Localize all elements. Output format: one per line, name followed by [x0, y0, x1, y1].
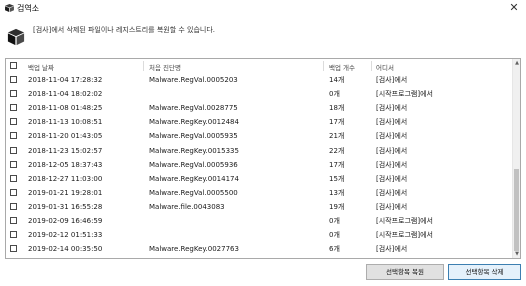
backup-count-cell: 0개 — [329, 217, 340, 225]
row-checkbox[interactable] — [10, 202, 17, 210]
backup-count-cell: 19개 — [329, 202, 345, 211]
table-row[interactable]: 2018-11-04 17:28:32 Malware.RegVal.000520… — [6, 74, 514, 86]
delete-selected-button[interactable]: 선택항목 삭제 — [448, 264, 521, 280]
row-checkbox[interactable] — [10, 245, 17, 253]
table-row[interactable]: 2019-02-14 00:35:50 Malware.RegKey.002776… — [6, 243, 514, 255]
table-row[interactable]: 2018-12-27 11:03:00 Malware.RegKey.001417… — [6, 173, 514, 185]
scrollbar-thumb[interactable] — [514, 169, 519, 251]
scroll-down-icon[interactable]: ▼ — [514, 251, 520, 257]
row-checkbox[interactable] — [10, 188, 17, 196]
detection-name-cell: Malware.RegKey.0027763 — [149, 245, 239, 254]
column-header-detection[interactable]: 처음 진단명 — [149, 62, 181, 72]
backup-count-cell: 14개 — [329, 76, 345, 84]
description-text: [검사]에서 삭제된 파일이나 레지스트리를 복원할 수 있습니다. — [33, 26, 216, 34]
table-row[interactable]: 2018-11-04 18:02:02 0개 [시작프로그램]에서 — [6, 88, 514, 100]
row-checkbox[interactable] — [10, 90, 17, 98]
table-row[interactable]: 2018-11-23 15:02:57 Malware.RegKey.001533… — [6, 145, 514, 157]
backup-count-cell: 22개 — [329, 146, 345, 155]
backup-count-cell: 13개 — [329, 188, 345, 197]
source-cell: [검사]에서 — [376, 160, 408, 169]
backup-date-cell: 2019-01-21 19:28:01 — [28, 188, 103, 197]
table-row[interactable]: 2018-11-20 01:43:05 Malware.RegVal.000593… — [6, 130, 514, 142]
row-checkbox[interactable] — [10, 76, 17, 83]
backup-date-cell: 2018-11-04 18:02:02 — [28, 90, 103, 99]
source-cell: [검사]에서 — [376, 76, 408, 84]
backup-date-cell: 2018-11-08 01:48:25 — [28, 104, 103, 113]
row-checkbox[interactable] — [10, 217, 17, 224]
scroll-up-icon[interactable]: ▲ — [514, 60, 520, 66]
window-title: 검역소 — [17, 4, 40, 13]
detection-name-cell: Malware.RegKey.0012484 — [149, 118, 239, 127]
row-checkbox[interactable] — [10, 118, 17, 126]
backup-list[interactable]: 백업 날짜 처음 진단명 백업 개수 어디서 2018-11-04 17:28:… — [5, 58, 521, 259]
backup-count-cell: 0개 — [329, 90, 340, 99]
detection-name-cell: Malware.file.0043083 — [149, 202, 225, 211]
column-divider[interactable] — [143, 61, 144, 71]
source-cell: [검사]에서 — [376, 146, 408, 155]
backup-date-cell: 2018-12-27 11:03:00 — [28, 174, 103, 183]
backup-date-cell: 2018-11-20 01:43:05 — [28, 132, 103, 141]
detection-name-cell: Malware.RegKey.0014174 — [149, 174, 239, 183]
column-divider[interactable] — [323, 61, 324, 71]
title-bar: 검역소 ✕ — [0, 0, 526, 16]
column-header-source[interactable]: 어디서 — [376, 62, 394, 72]
detection-name-cell: Malware.RegVal.0005935 — [149, 132, 238, 141]
restore-selected-button[interactable]: 선택항목 복원 — [366, 264, 444, 280]
row-checkbox[interactable] — [10, 174, 17, 182]
backup-count-cell: 21개 — [329, 132, 345, 141]
detection-name-cell: Malware.RegVal.0005936 — [149, 160, 238, 169]
table-row[interactable]: 2018-11-13 10:08:51 Malware.RegKey.001248… — [6, 116, 514, 128]
source-cell: [검사]에서 — [376, 104, 408, 113]
backup-date-cell: 2018-11-04 17:28:32 — [28, 76, 103, 84]
detection-name-cell: Malware.RegVal.0005203 — [149, 76, 238, 84]
close-button[interactable]: ✕ — [508, 2, 520, 14]
row-checkbox[interactable] — [10, 104, 17, 112]
backup-date-cell: 2018-12-05 18:37:43 — [28, 160, 103, 169]
backup-count-cell: 17개 — [329, 160, 345, 169]
select-all-checkbox[interactable] — [10, 62, 17, 69]
backup-count-cell: 0개 — [329, 231, 340, 240]
backup-date-cell: 2019-02-14 00:35:50 — [28, 245, 103, 254]
source-cell: [검사]에서 — [376, 188, 408, 197]
backup-count-cell: 6개 — [329, 245, 340, 254]
row-checkbox[interactable] — [10, 160, 17, 168]
table-row[interactable]: 2018-11-08 01:48:25 Malware.RegVal.002877… — [6, 102, 514, 114]
source-cell: [검사]에서 — [376, 118, 408, 127]
source-cell: [시작프로그램]에서 — [376, 90, 433, 99]
vertical-scrollbar[interactable]: ▲ ▼ — [512, 59, 520, 258]
row-checkbox[interactable] — [10, 132, 17, 140]
detection-name-cell: Malware.RegVal.0028775 — [149, 104, 238, 113]
row-checkbox[interactable] — [10, 231, 17, 239]
backup-count-cell: 15개 — [329, 174, 345, 183]
detection-name-cell: Malware.RegKey.0015335 — [149, 146, 239, 155]
cube-icon — [5, 4, 14, 12]
source-cell: [시작프로그램]에서 — [376, 231, 433, 240]
source-cell: [시작프로그램]에서 — [376, 217, 433, 225]
detection-name-cell: Malware.RegVal.0005500 — [149, 188, 238, 197]
table-row[interactable]: 2019-02-12 01:51:33 0개 [시작프로그램]에서 — [6, 229, 514, 241]
list-header: 백업 날짜 처음 진단명 백업 개수 어디서 — [6, 59, 514, 73]
column-divider[interactable] — [371, 61, 372, 71]
backup-date-cell: 2019-01-31 16:55:28 — [28, 202, 103, 211]
table-row[interactable]: 2019-02-09 16:46:59 0개 [시작프로그램]에서 — [6, 215, 514, 227]
backup-date-cell: 2018-11-23 15:02:57 — [28, 146, 103, 155]
source-cell: [검사]에서 — [376, 174, 408, 183]
backup-count-cell: 18개 — [329, 104, 345, 113]
column-header-count[interactable]: 백업 개수 — [329, 62, 355, 72]
backup-date-cell: 2019-02-12 01:51:33 — [28, 231, 103, 240]
row-checkbox[interactable] — [10, 146, 17, 154]
source-cell: [검사]에서 — [376, 132, 408, 141]
cube-icon — [7, 28, 25, 46]
table-row[interactable]: 2019-01-31 16:55:28 Malware.file.0043083 1… — [6, 201, 514, 213]
backup-count-cell: 17개 — [329, 118, 345, 127]
backup-date-cell: 2018-11-13 10:08:51 — [28, 118, 103, 127]
source-cell: [검사]에서 — [376, 202, 408, 211]
column-header-date[interactable]: 백업 날짜 — [28, 62, 54, 72]
table-row[interactable]: 2019-01-21 19:28:01 Malware.RegVal.000550… — [6, 187, 514, 199]
source-cell: [검사]에서 — [376, 245, 408, 254]
backup-date-cell: 2019-02-09 16:46:59 — [28, 217, 103, 225]
table-row[interactable]: 2018-12-05 18:37:43 Malware.RegVal.000593… — [6, 159, 514, 171]
